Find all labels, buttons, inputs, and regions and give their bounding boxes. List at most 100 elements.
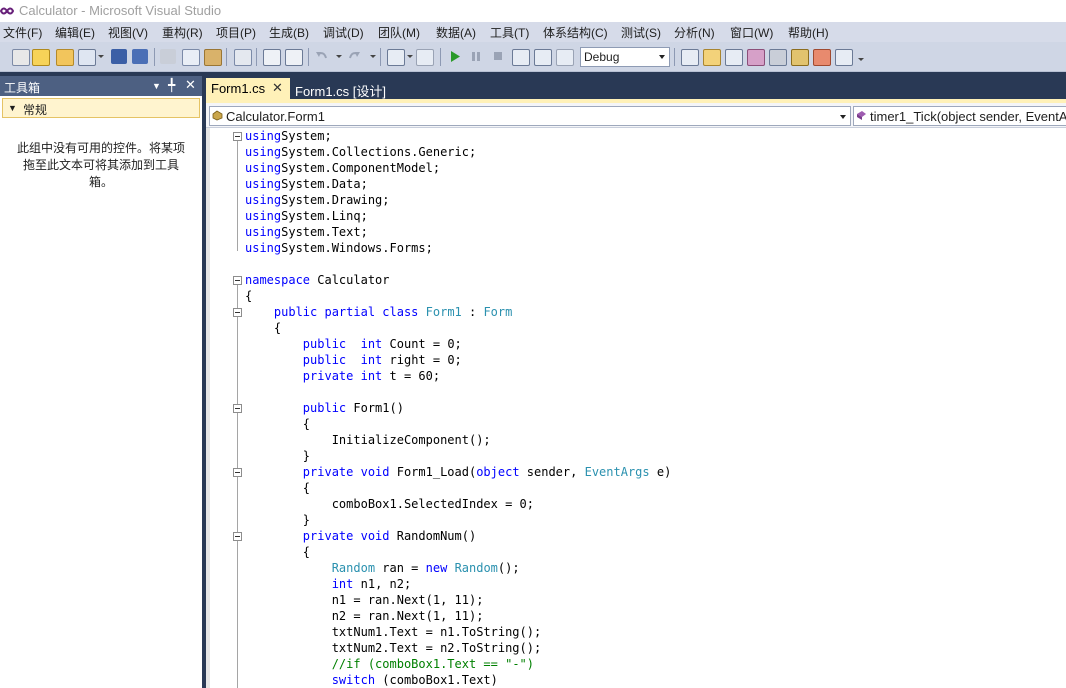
open-file-icon[interactable] — [56, 49, 74, 66]
code-line[interactable]: usingSystem.ComponentModel; — [245, 160, 671, 176]
code-line[interactable]: public int right = 0; — [245, 352, 671, 368]
start-debug-icon[interactable] — [447, 49, 463, 64]
menu-build[interactable]: 生成(B) — [269, 24, 309, 41]
uncomment-icon[interactable] — [285, 49, 303, 66]
menu-help[interactable]: 帮助(H) — [788, 24, 829, 41]
code-text[interactable]: usingSystem; usingSystem.Collections.Gene… — [245, 128, 671, 688]
code-line[interactable]: int n1, n2; — [245, 576, 671, 592]
code-line[interactable]: switch (comboBox1.Text) — [245, 672, 671, 688]
code-line[interactable]: comboBox1.SelectedIndex = 0; — [245, 496, 671, 512]
chevron-down-icon[interactable] — [336, 55, 342, 58]
code-line[interactable]: private void Form1_Load(object sender, E… — [245, 464, 672, 480]
code-line[interactable]: private int t = 60; — [245, 368, 671, 384]
toolbox-header[interactable]: 工具箱 ▼ ╇ ✕ — [0, 76, 202, 96]
save-icon[interactable] — [111, 49, 127, 64]
comment-icon[interactable] — [263, 49, 281, 66]
chevron-down-icon[interactable] — [98, 55, 104, 58]
chevron-down-icon[interactable] — [407, 55, 413, 58]
start-page-icon[interactable] — [813, 49, 831, 66]
menu-refactor[interactable]: 重构(R) — [162, 24, 203, 41]
code-line[interactable]: public Form1() — [245, 400, 671, 416]
pin-icon[interactable]: ╇ — [168, 78, 175, 92]
menu-file[interactable]: 文件(F) — [3, 24, 42, 41]
navigate-backward-icon[interactable] — [387, 49, 405, 66]
code-line[interactable]: { — [245, 416, 671, 432]
code-line[interactable]: //if (comboBox1.Text == "-") — [245, 656, 671, 672]
menu-edit[interactable]: 编辑(E) — [55, 24, 95, 41]
code-line[interactable]: private void RandomNum() — [245, 528, 671, 544]
menu-team[interactable]: 团队(M) — [378, 24, 420, 41]
redo-icon[interactable] — [346, 49, 362, 64]
copy-icon[interactable] — [182, 49, 200, 66]
close-icon[interactable]: ✕ — [272, 80, 283, 96]
add-new-item-icon[interactable] — [78, 49, 96, 66]
save-all-icon[interactable] — [132, 49, 148, 64]
code-line[interactable]: public int Count = 0; — [245, 336, 671, 352]
code-line[interactable]: usingSystem.Windows.Forms; — [245, 240, 671, 256]
code-line[interactable] — [245, 256, 671, 272]
code-line[interactable]: n2 = ran.Next(1, 11); — [245, 608, 671, 624]
close-icon[interactable]: ✕ — [185, 77, 196, 93]
menu-view[interactable]: 视图(V) — [108, 24, 148, 41]
step-out-icon[interactable] — [556, 49, 574, 66]
new-project-icon[interactable] — [12, 49, 30, 66]
class-dropdown[interactable]: Calculator.Form1 — [209, 106, 851, 126]
collapse-icon[interactable] — [233, 404, 242, 413]
code-line[interactable]: usingSystem.Linq; — [245, 208, 671, 224]
step-into-icon[interactable] — [512, 49, 530, 66]
code-line[interactable]: } — [245, 512, 671, 528]
command-window-icon[interactable] — [835, 49, 853, 66]
code-line[interactable]: { — [245, 320, 671, 336]
code-line[interactable] — [245, 384, 671, 400]
toolbox-icon[interactable] — [769, 49, 787, 66]
paste-icon[interactable] — [204, 49, 222, 66]
collapse-icon[interactable] — [233, 132, 242, 141]
find-icon[interactable] — [234, 49, 252, 66]
menu-debug[interactable]: 调试(D) — [323, 24, 364, 41]
menu-project[interactable]: 项目(P) — [216, 24, 256, 41]
menu-test[interactable]: 测试(S) — [621, 24, 661, 41]
code-line[interactable]: usingSystem; — [245, 128, 671, 144]
code-line[interactable]: txtNum1.Text = n1.ToString(); — [245, 624, 671, 640]
tab-form1-code[interactable]: Form1.cs ✕ — [206, 78, 290, 99]
code-line[interactable]: namespace Calculator — [245, 272, 671, 288]
menu-analyze[interactable]: 分析(N) — [674, 24, 715, 41]
code-line[interactable]: usingSystem.Drawing; — [245, 192, 671, 208]
find-in-files-icon[interactable] — [681, 49, 699, 66]
step-over-icon[interactable] — [534, 49, 552, 66]
navigate-forward-icon[interactable] — [416, 49, 434, 66]
code-line[interactable]: { — [245, 288, 671, 304]
menu-tools[interactable]: 工具(T) — [490, 24, 529, 41]
add-item-icon[interactable] — [32, 49, 50, 66]
stop-icon[interactable] — [490, 49, 506, 64]
code-line[interactable]: Random ran = new Random(); — [245, 560, 671, 576]
solution-explorer-icon[interactable] — [703, 49, 721, 66]
code-line[interactable]: { — [245, 480, 671, 496]
code-line[interactable]: txtNum2.Text = n2.ToString(); — [245, 640, 671, 656]
collapse-icon[interactable] — [233, 468, 242, 477]
solution-configuration-select[interactable]: Debug — [580, 47, 670, 67]
code-line[interactable]: public partial class Form1 : Form — [245, 304, 671, 320]
code-line[interactable]: usingSystem.Text; — [245, 224, 671, 240]
chevron-down-icon[interactable] — [370, 55, 376, 58]
code-line[interactable]: } — [245, 448, 671, 464]
collapse-icon[interactable] — [233, 308, 242, 317]
undo-icon[interactable] — [314, 49, 330, 64]
collapse-icon[interactable] — [233, 532, 242, 541]
tab-form1-design[interactable]: Form1.cs [设计] — [290, 78, 386, 99]
code-line[interactable]: usingSystem.Data; — [245, 176, 671, 192]
collapse-icon[interactable] — [233, 276, 242, 285]
menu-architecture[interactable]: 体系结构(C) — [543, 24, 608, 41]
menu-data[interactable]: 数据(A) — [436, 24, 476, 41]
code-line[interactable]: n1 = ran.Next(1, 11); — [245, 592, 671, 608]
code-line[interactable]: { — [245, 544, 671, 560]
pause-icon[interactable] — [468, 49, 484, 64]
window-position-dropdown-icon[interactable]: ▼ — [152, 81, 161, 91]
code-line[interactable]: InitializeComponent(); — [245, 432, 671, 448]
toolbar-options-icon[interactable] — [858, 58, 864, 61]
properties-icon[interactable] — [725, 49, 743, 66]
member-dropdown[interactable]: timer1_Tick(object sender, EventArgs e) — [853, 106, 1066, 126]
cut-icon[interactable] — [160, 49, 176, 64]
extension-manager-icon[interactable] — [791, 49, 809, 66]
code-line[interactable]: usingSystem.Collections.Generic; — [245, 144, 671, 160]
